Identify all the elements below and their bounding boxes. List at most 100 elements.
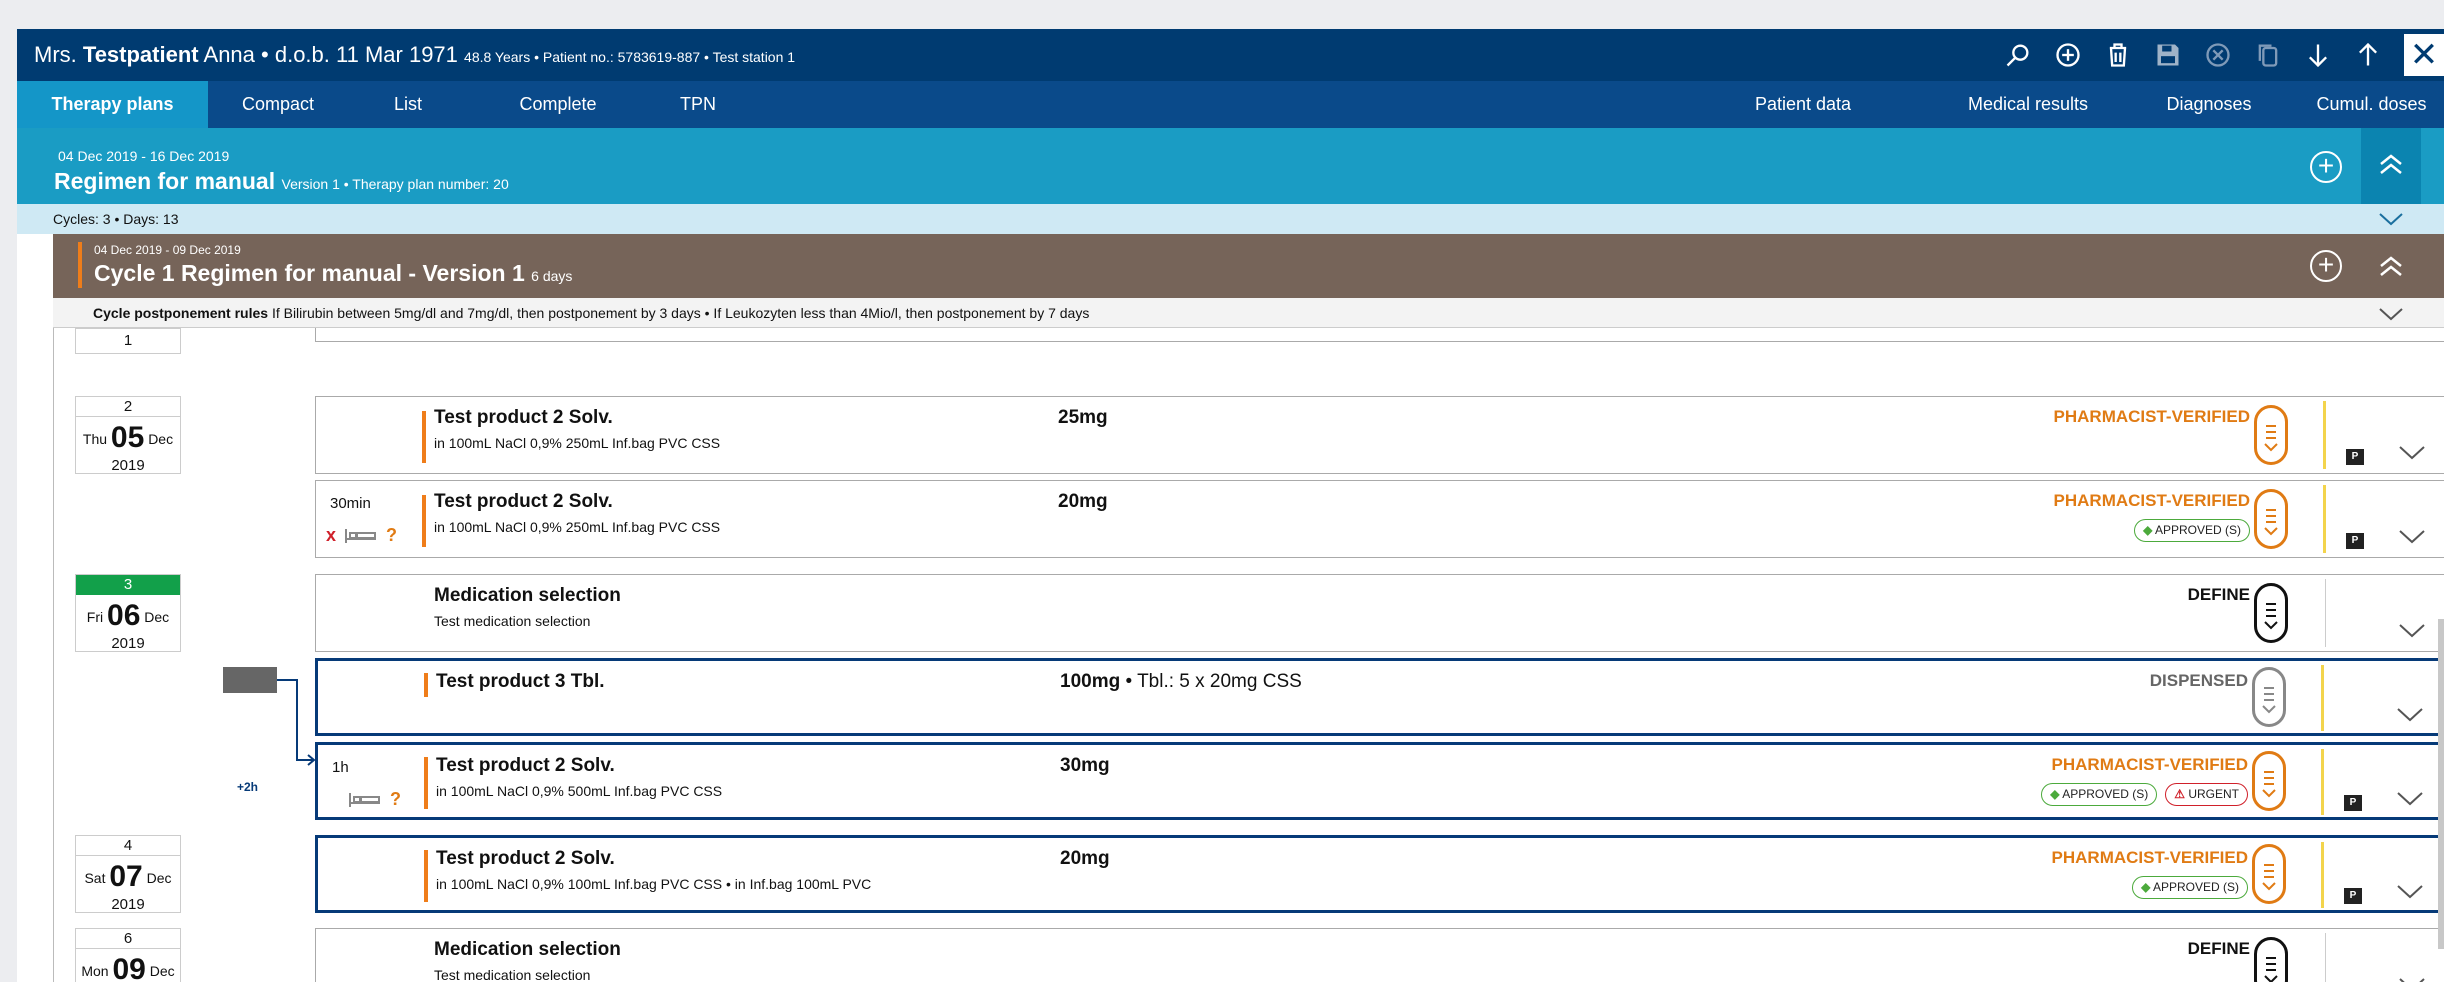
day-number: 2	[76, 397, 180, 417]
cycle-header: 04 Dec 2019 - 09 Dec 2019 Cycle 1 Regime…	[53, 234, 2444, 298]
patient-meta: 48.8 Years • Patient no.: 5783619-887 • …	[464, 49, 796, 65]
first-name: Anna	[203, 42, 255, 67]
status-menu-button[interactable]	[2254, 583, 2288, 643]
postponement-rules: Cycle postponement rules If Bilirubin be…	[53, 298, 2444, 328]
status-bar	[2323, 485, 2326, 553]
p-badge: P	[2346, 533, 2364, 549]
status-menu-button[interactable]	[2254, 937, 2288, 982]
tab-medical-results[interactable]: Medical results	[1938, 81, 2118, 128]
p-badge: P	[2346, 449, 2364, 465]
infusion-time: 1h	[332, 759, 349, 776]
arrow-up-icon[interactable]	[2352, 39, 2384, 71]
copy-icon	[2252, 39, 2284, 71]
collapse-regimen-button[interactable]	[2361, 128, 2421, 204]
dose: 30mg	[1060, 755, 1110, 776]
day-date: Sat 07 Dec	[76, 860, 180, 894]
tab-cumul-doses[interactable]: Cumul. doses	[2299, 81, 2444, 128]
status-menu-button[interactable]	[2252, 844, 2286, 904]
cycles-info: Cycles: 3 • Days: 13	[17, 204, 2444, 234]
tag-icon: ◆	[2143, 523, 2153, 537]
close-icon[interactable]: ✕	[2404, 34, 2444, 76]
urgent-badge: ⚠ URGENT	[2165, 783, 2248, 806]
card-status-icons: x ?	[326, 525, 397, 546]
badge-group: ◆ APPROVED (S)	[2134, 519, 2250, 542]
last-name: Testpatient	[82, 42, 199, 67]
toolbar	[2002, 39, 2384, 71]
chevron-down-icon[interactable]	[2376, 210, 2406, 228]
status-label: PHARMACIST-VERIFIED	[2051, 848, 2248, 867]
scrollbar[interactable]	[2438, 619, 2444, 949]
tab-tpn[interactable]: TPN	[648, 81, 748, 128]
tab-bar: Therapy plans Compact List Complete TPN …	[17, 81, 2444, 128]
status-menu-button[interactable]	[2254, 405, 2288, 465]
badge-label: APPROVED (S)	[2154, 523, 2241, 537]
medication-title: Test product 2 Solv.	[434, 407, 613, 428]
chevron-down-icon[interactable]	[2396, 791, 2424, 807]
day-number: 6	[76, 929, 180, 949]
tab-list[interactable]: List	[348, 81, 468, 128]
tab-therapy-plans[interactable]: Therapy plans	[17, 81, 208, 128]
double-chevron-up-icon[interactable]	[2377, 252, 2405, 280]
day-date: Thu 05 Dec	[76, 421, 180, 455]
dose: 100mg	[1060, 671, 1121, 692]
tab-compact[interactable]: Compact	[208, 81, 348, 128]
cycle-dates: 04 Dec 2019 - 09 Dec 2019	[94, 243, 241, 257]
question-icon: ?	[386, 525, 398, 545]
chevron-down-icon[interactable]	[2398, 445, 2426, 461]
status-label: DEFINE	[2187, 585, 2250, 604]
card-stripe	[422, 411, 426, 463]
day-block: 2 Thu 05 Dec 2019	[75, 396, 181, 474]
chevron-down-icon[interactable]	[2398, 977, 2426, 982]
sequence-handle[interactable]	[223, 667, 277, 693]
search-icon[interactable]	[2002, 39, 2034, 71]
dose: 20mg	[1058, 491, 1108, 512]
add-icon[interactable]	[2052, 39, 2084, 71]
medication-title: Test product 2 Solv.	[434, 491, 613, 512]
medication-title: Medication selection	[434, 939, 621, 960]
medication-card[interactable]: 1h ? Test product 2 Solv. in 100mL NaCl …	[315, 742, 2444, 820]
weekday: Thu	[82, 431, 108, 447]
medication-card[interactable]: 30min x ? Test product 2 Solv. in 100mL …	[315, 480, 2444, 558]
double-chevron-up-icon	[2380, 154, 2402, 174]
chevron-down-icon[interactable]	[2376, 305, 2406, 323]
day-date: Mon 09 Dec	[76, 953, 180, 982]
medication-title: Test product 3 Tbl.	[436, 671, 605, 692]
medication-card[interactable]: Medication selection Test medication sel…	[315, 574, 2444, 652]
card-stripe	[424, 757, 428, 809]
tab-diagnoses[interactable]: Diagnoses	[2129, 81, 2289, 128]
time-offset-label: +2h	[237, 780, 259, 794]
dose: 20mg	[1060, 848, 1110, 869]
arrow-down-icon[interactable]	[2302, 39, 2334, 71]
chevron-down-icon[interactable]	[2396, 707, 2424, 723]
chevron-down-icon[interactable]	[2398, 529, 2426, 545]
add-regimen-icon[interactable]: +	[2310, 151, 2342, 183]
medication-title: Test product 2 Solv.	[436, 848, 615, 869]
chevron-down-icon[interactable]	[2396, 884, 2424, 900]
medication-card[interactable]: Test product 3 Tbl. 100mg • Tbl.: 5 x 20…	[315, 658, 2444, 736]
weekday: Sat	[84, 870, 106, 886]
dose: 25mg	[1058, 407, 1108, 428]
salutation: Mrs.	[34, 42, 77, 67]
approved-badge: ◆ APPROVED (S)	[2132, 876, 2248, 899]
tab-complete[interactable]: Complete	[468, 81, 648, 128]
status-menu-button[interactable]	[2252, 751, 2286, 811]
status-bar	[2321, 842, 2324, 908]
medication-card[interactable]: Test product 2 Solv. in 100mL NaCl 0,9% …	[315, 835, 2444, 913]
day-block: 3 Fri 06 Dec 2019	[75, 574, 181, 652]
approved-badge: ◆ APPROVED (S)	[2134, 519, 2250, 542]
weekday: Mon	[81, 963, 109, 979]
medication-card[interactable]: Test product 2 Solv. in 100mL NaCl 0,9% …	[315, 396, 2444, 474]
status-menu-button[interactable]	[2252, 667, 2286, 727]
badge-group: ◆ APPROVED (S) ⚠ URGENT	[2041, 783, 2248, 806]
approved-badge: ◆ APPROVED (S)	[2041, 783, 2158, 806]
error-icon: x	[326, 525, 337, 545]
trash-icon[interactable]	[2102, 39, 2134, 71]
status-label: PHARMACIST-VERIFIED	[2051, 755, 2248, 774]
status-menu-button[interactable]	[2254, 489, 2288, 549]
chevron-down-icon[interactable]	[2398, 623, 2426, 639]
tab-patient-data[interactable]: Patient data	[1733, 81, 1873, 128]
day-number: 4	[76, 836, 180, 856]
add-cycle-icon[interactable]: +	[2310, 250, 2342, 282]
medication-card[interactable]: Medication selection Test medication sel…	[315, 928, 2444, 982]
day-list: 1 2 Thu 05 Dec 2019 Test product 2 Solv.…	[53, 328, 2444, 982]
